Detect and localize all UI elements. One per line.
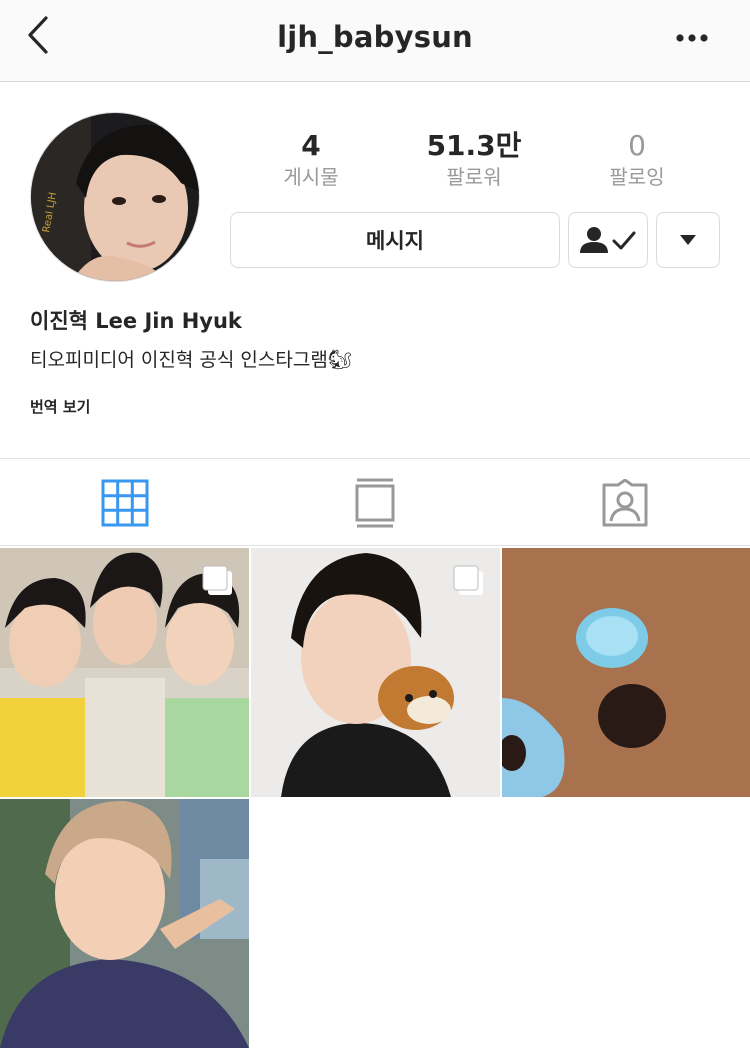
followers-stat[interactable]: 51.3만 팔로워 [399, 128, 549, 190]
posts-count: 4 [301, 129, 321, 162]
following-button[interactable] [568, 212, 648, 268]
profile-avatar[interactable]: Real LJH [30, 112, 200, 282]
post-thumbnail [502, 548, 750, 797]
top-nav-bar: ljh_babysun [0, 0, 750, 82]
following-label: 팔로잉 [609, 165, 665, 189]
grid-icon [101, 479, 149, 527]
post-tile[interactable] [0, 799, 249, 1048]
post-tile[interactable] [0, 548, 249, 797]
caret-down-icon [680, 235, 696, 245]
person-check-icon [580, 227, 636, 253]
message-button[interactable]: 메시지 [230, 212, 560, 268]
multiple-photos-icon [202, 565, 232, 595]
tab-feed[interactable] [250, 459, 500, 547]
tab-grid[interactable] [0, 459, 250, 547]
multiple-photos-icon [453, 565, 483, 595]
more-options-button[interactable] [674, 24, 714, 52]
posts-label: 게시물 [283, 165, 339, 189]
following-stat[interactable]: 0 팔로잉 [562, 128, 712, 190]
feed-list-icon [355, 478, 395, 528]
profile-display-name: 이진혁 Lee Jin Hyuk [30, 309, 242, 333]
followers-count: 51.3만 [426, 129, 522, 162]
tagged-person-icon [602, 479, 648, 527]
profile-bio: 티오피미디어 이진혁 공식 인스타그램🐿 [30, 349, 352, 371]
more-horizontal-icon [676, 34, 708, 42]
following-count: 0 [628, 129, 646, 162]
profile-tab-bar [0, 458, 750, 546]
post-thumbnail [0, 799, 249, 1048]
suggested-dropdown-button[interactable] [656, 212, 720, 268]
post-tile[interactable] [502, 548, 750, 797]
translate-link[interactable]: 번역 보기 [30, 396, 90, 417]
posts-stat: 4 게시물 [236, 128, 386, 190]
avatar-photo: Real LJH [31, 113, 199, 281]
tab-tagged[interactable] [500, 459, 750, 547]
post-tile[interactable] [251, 548, 500, 797]
profile-username-title: ljh_babysun [277, 20, 473, 54]
followers-label: 팔로워 [446, 165, 502, 189]
